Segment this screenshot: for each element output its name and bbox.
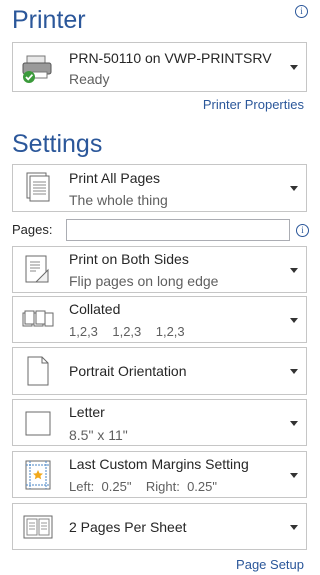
chevron-down-icon <box>290 420 298 426</box>
collation-title: Collated <box>69 301 121 317</box>
paper-size-subtitle: 8.5" x 11" <box>69 427 128 443</box>
collation-dropdown[interactable]: Collated 1,2,3 1,2,3 1,2,3 <box>12 296 307 343</box>
printer-name: PRN-50110 on VWP-PRINTSRV <box>69 50 272 66</box>
pages-label: Pages: <box>12 222 53 237</box>
chevron-down-icon <box>290 472 298 478</box>
duplex-icon <box>25 255 49 282</box>
pages-info-icon[interactable]: i <box>296 224 309 237</box>
printer-info-icon[interactable]: i <box>295 5 308 18</box>
collated-icon <box>22 310 54 326</box>
chevron-down-icon <box>290 317 298 323</box>
paper-size-dropdown[interactable]: Letter 8.5" x 11" <box>12 399 307 446</box>
print-range-title: Print All Pages <box>69 170 161 186</box>
paper-size-title: Letter <box>69 404 105 420</box>
orientation-dropdown[interactable]: Portrait Orientation <box>12 347 307 395</box>
pages-input[interactable] <box>66 219 290 241</box>
printer-status: Ready <box>69 71 110 87</box>
orientation-title: Portrait Orientation <box>69 363 187 379</box>
chevron-down-icon <box>290 369 298 374</box>
margins-title: Last Custom Margins Setting <box>69 456 249 472</box>
chevron-down-icon <box>290 186 298 191</box>
pages-per-sheet-dropdown[interactable]: 2 Pages Per Sheet <box>12 503 307 550</box>
margins-icon <box>25 460 51 489</box>
chevron-down-icon <box>290 267 298 273</box>
duplex-dropdown[interactable]: Print on Both Sides Flip pages on long e… <box>12 246 307 293</box>
printer-section-title: Printer <box>12 6 86 34</box>
page-setup-link[interactable]: Page Setup <box>236 557 304 572</box>
margins-dropdown[interactable]: Last Custom Margins Setting Left: 0.25" … <box>12 451 307 498</box>
pages-per-sheet-title: 2 Pages Per Sheet <box>69 519 187 535</box>
margins-subtitle: Left: 0.25" Right: 0.25" <box>69 479 217 494</box>
chevron-down-icon <box>290 65 298 70</box>
portrait-icon <box>27 356 49 386</box>
pages-per-sheet-icon <box>23 515 53 538</box>
settings-section-title: Settings <box>12 130 103 158</box>
duplex-title: Print on Both Sides <box>69 251 189 267</box>
printer-dropdown[interactable]: PRN-50110 on VWP-PRINTSRV Ready <box>12 42 307 92</box>
printer-icon <box>22 55 52 83</box>
printer-properties-link[interactable]: Printer Properties <box>203 97 304 112</box>
paper-icon <box>25 411 51 435</box>
collation-subtitle: 1,2,3 1,2,3 1,2,3 <box>69 324 185 339</box>
all-pages-icon <box>26 172 50 202</box>
print-range-dropdown[interactable]: Print All Pages The whole thing <box>12 164 307 212</box>
chevron-down-icon <box>290 524 298 530</box>
duplex-subtitle: Flip pages on long edge <box>69 273 219 289</box>
print-range-subtitle: The whole thing <box>69 192 168 208</box>
